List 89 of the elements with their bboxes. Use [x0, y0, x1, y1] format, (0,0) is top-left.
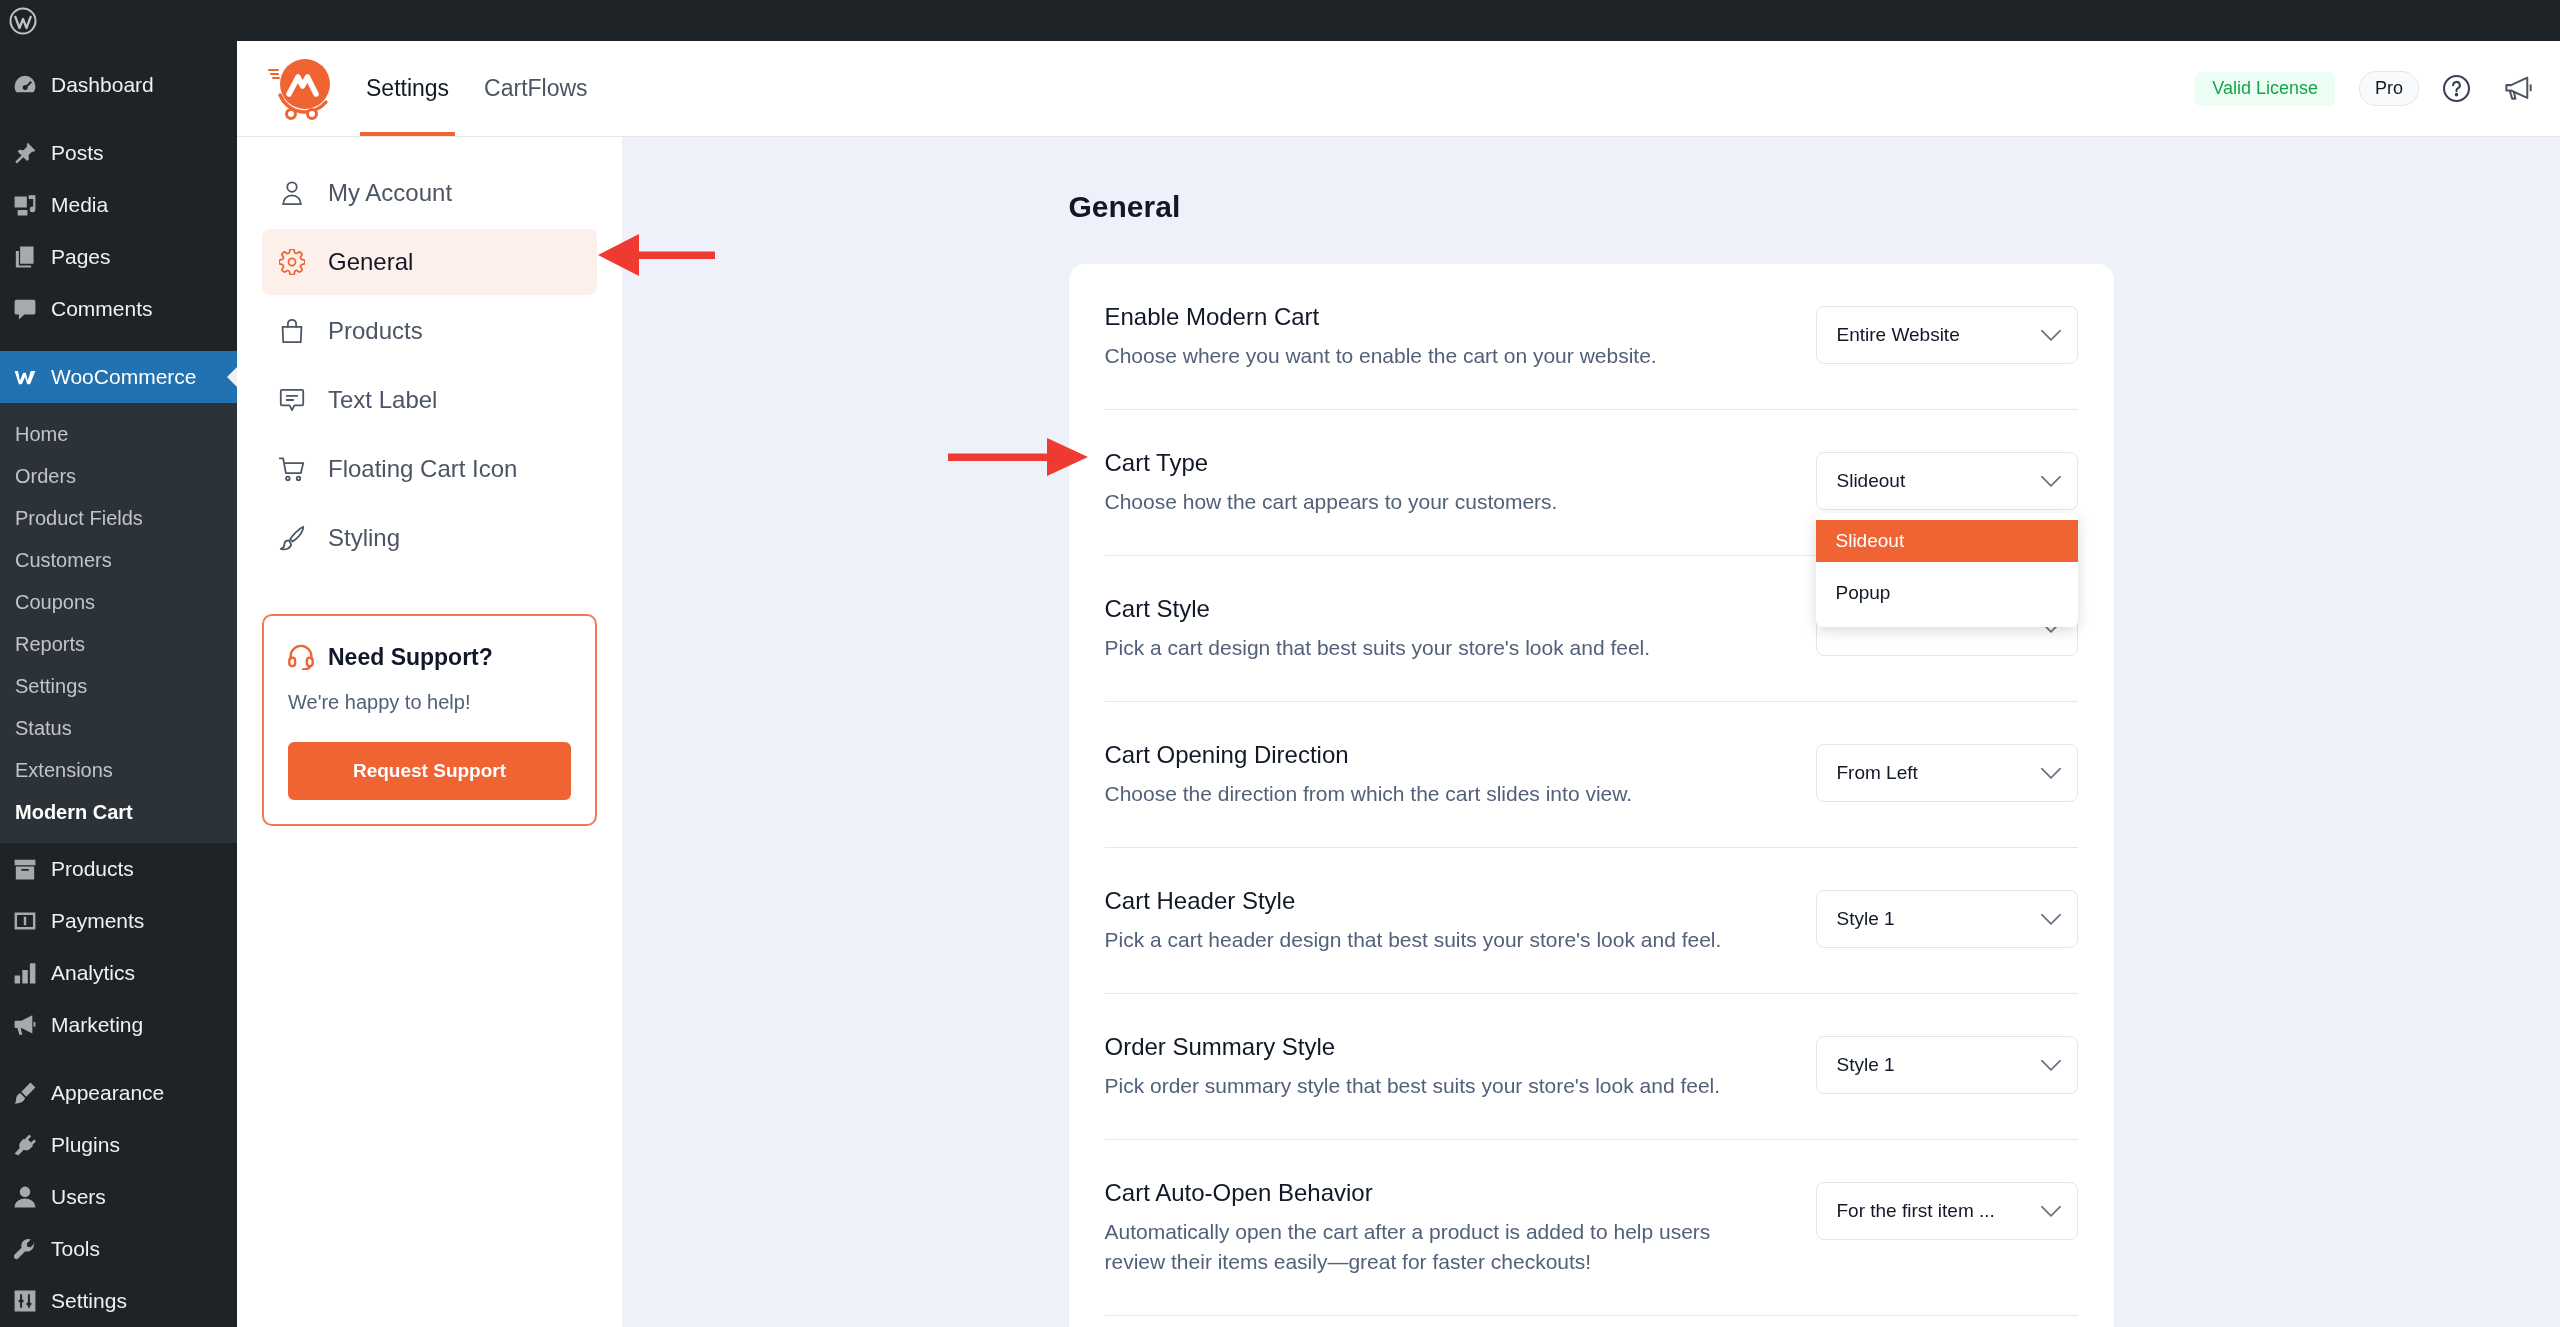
menu-item[interactable]: Products	[0, 843, 237, 895]
cart-logo-icon	[267, 56, 331, 121]
shopping-bag-icon	[279, 318, 305, 344]
dropdown-option[interactable]: Popup	[1815, 572, 2078, 614]
select-field[interactable]: From Left	[1815, 744, 2078, 802]
setting-description: Choose how the cart appears to your customers.	[1104, 489, 1558, 515]
paintbrush-icon	[14, 1082, 36, 1104]
cart-icon	[279, 456, 305, 482]
setting-title: Cart Style	[1104, 595, 1211, 623]
menu-item[interactable]: Dashboard	[0, 59, 237, 111]
menu-item[interactable]: Marketing	[0, 999, 237, 1051]
settings-nav-item[interactable]: Floating Cart Icon	[262, 436, 597, 502]
site-logo-icon[interactable]	[9, 6, 37, 35]
submenu-item[interactable]: Orders	[0, 455, 237, 497]
setting-description: Pick a cart header design that best suits your store's look and feel.	[1104, 927, 1722, 953]
chevron-down-icon	[2040, 1205, 2061, 1217]
banknote-icon	[14, 910, 36, 932]
submenu-item[interactable]: Coupons	[0, 581, 237, 623]
submenu-item[interactable]: Product Fields	[0, 497, 237, 539]
settings-nav-item[interactable]: My Account	[262, 160, 597, 226]
select-field[interactable]: Slideout	[1815, 452, 2078, 510]
settings-nav-item[interactable]: Products	[262, 298, 597, 364]
submenu-item[interactable]: Status	[0, 707, 237, 749]
menu-item[interactable]: Comments	[0, 283, 237, 335]
menu-item[interactable]: Media	[0, 179, 237, 231]
select-field[interactable]: Entire Website	[1815, 306, 2078, 364]
pin-icon	[14, 142, 36, 164]
plug-icon	[14, 1134, 36, 1156]
select-field[interactable]: For the first item ...	[1815, 1182, 2078, 1240]
support-text: We're happy to help!	[288, 690, 472, 715]
settings-nav-item[interactable]: Text Label	[262, 367, 597, 433]
settings-nav-item[interactable]: General	[262, 229, 597, 295]
plan-badge: Pro	[2359, 71, 2419, 106]
select-field[interactable]: Style 1	[1815, 890, 2078, 948]
chevron-down-icon	[2040, 913, 2061, 925]
setting-title: Order Summary Style	[1104, 1033, 1337, 1061]
chevron-down-icon	[2040, 1059, 2061, 1071]
menu-item[interactable]: Pages	[0, 231, 237, 283]
megaphone-icon[interactable]	[2505, 75, 2532, 102]
menu-item[interactable]: Payments	[0, 895, 237, 947]
speech-bubble-icon	[14, 298, 36, 320]
pointer-icon	[227, 367, 237, 387]
setting-description: Pick order summary style that best suits your store's look and feel.	[1104, 1073, 1721, 1099]
submenu-item[interactable]: Reports	[0, 623, 237, 665]
setting-description: Automatically open the cart after a product is added to help users review their items easily—great for faster checkouts!	[1104, 1219, 1712, 1275]
menu-item[interactable]: Plugins	[0, 1119, 237, 1171]
select-field[interactable]: Style 1	[1815, 1036, 2078, 1094]
license-badge: Valid License	[2195, 71, 2335, 106]
megaphone-icon	[14, 1014, 36, 1036]
menu-item[interactable]: Posts	[0, 127, 237, 179]
submenu-item[interactable]: Home	[0, 413, 237, 455]
chevron-down-icon	[2040, 329, 2061, 341]
wrench-icon	[14, 1238, 36, 1260]
setting-title: Cart Header Style	[1104, 887, 1297, 915]
bar-chart-icon	[14, 962, 36, 984]
setting-description: Choose where you want to enable the cart on your website.	[1104, 343, 1657, 369]
submenu-item[interactable]: Extensions	[0, 749, 237, 791]
settings-icon	[279, 249, 305, 275]
setting-title: Cart Auto-Open Behavior	[1104, 1179, 1374, 1207]
paintbrush-icon	[279, 525, 305, 551]
menu-item[interactable]: Tools	[0, 1223, 237, 1275]
setting-title: Enable Modern Cart	[1104, 303, 1321, 331]
header-tab[interactable]: CartFlows	[478, 41, 594, 136]
setting-description: Choose the direction from which the cart slides into view.	[1104, 781, 1633, 807]
headset-icon	[288, 644, 314, 670]
help-icon[interactable]	[2443, 75, 2470, 102]
chevron-down-icon	[2040, 475, 2061, 487]
submenu-item[interactable]: Customers	[0, 539, 237, 581]
sliders-icon	[14, 1290, 36, 1312]
chevron-down-icon	[2040, 767, 2061, 779]
menu-item[interactable]: Settings	[0, 1275, 237, 1327]
page-heading: General	[1068, 189, 1182, 225]
setting-description: Pick a cart design that best suits your store's look and feel.	[1104, 635, 1651, 661]
chat-bubble-icon	[279, 387, 305, 413]
settings-nav-item[interactable]: Styling	[262, 505, 597, 571]
submenu-item[interactable]: Settings	[0, 665, 237, 707]
setting-title: Cart Type	[1104, 449, 1210, 477]
menu-item[interactable]: WooCommerce	[0, 351, 237, 403]
person-icon	[14, 1186, 36, 1208]
menu-item[interactable]: Users	[0, 1171, 237, 1223]
document-icon	[14, 246, 36, 268]
media-icon	[14, 194, 36, 216]
menu-item[interactable]: Analytics	[0, 947, 237, 999]
setting-title: Cart Opening Direction	[1104, 741, 1350, 769]
user-icon	[279, 180, 305, 206]
submenu-item[interactable]: Modern Cart	[0, 791, 237, 833]
archive-box-icon	[14, 858, 36, 880]
menu-item[interactable]: Appearance	[0, 1067, 237, 1119]
support-title: Need Support?	[328, 643, 493, 671]
